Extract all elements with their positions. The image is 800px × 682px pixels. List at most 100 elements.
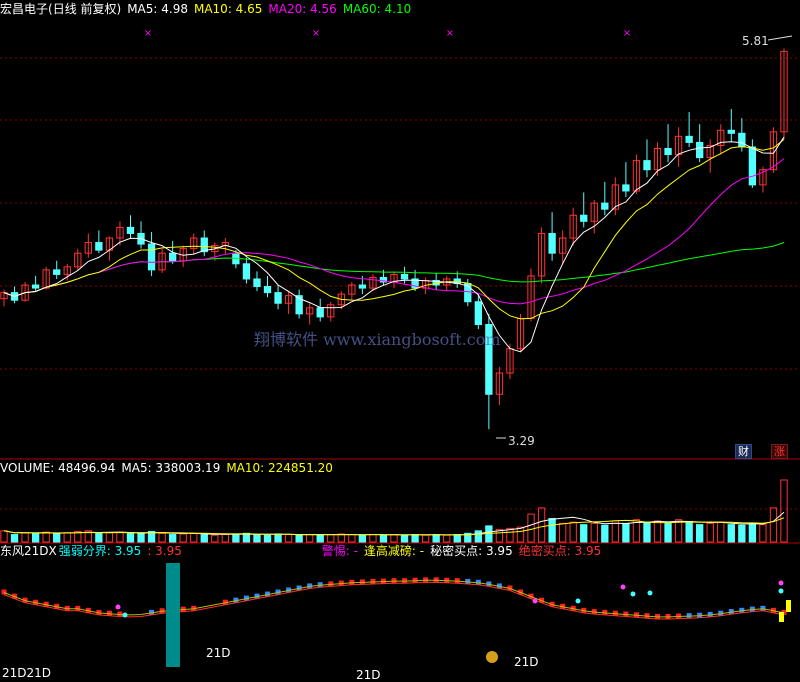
tag-21d-c: 21D — [356, 668, 381, 682]
volume-bar — [116, 531, 124, 543]
volume-bar — [706, 522, 714, 543]
signal-dot — [778, 588, 784, 594]
volume-bar — [200, 534, 208, 543]
candle-body — [53, 269, 61, 275]
volume-bar — [643, 521, 651, 543]
strength-value: : 3.95 — [147, 544, 182, 558]
candle-body — [95, 242, 103, 251]
volume-bar — [411, 534, 419, 543]
ma5-label: MA5: 4.98 — [127, 2, 188, 16]
ma60-line — [3, 242, 785, 297]
volume-bar — [137, 533, 145, 543]
high-reduce-label: 逢高减磅: - — [363, 544, 425, 558]
volume-bar — [379, 534, 388, 543]
volume-bar — [516, 526, 525, 543]
volume-bar — [42, 531, 50, 543]
volume-bar — [168, 534, 177, 543]
volume-bar — [295, 534, 303, 543]
volume-bar — [263, 534, 272, 543]
candle-body — [242, 263, 251, 280]
candle-body — [147, 243, 156, 271]
volume-bar — [664, 522, 672, 543]
watermark: 翔博软件 www.xiangbosoft.com — [254, 330, 501, 349]
high-price-label: 5.81 — [742, 34, 769, 48]
candle-body — [400, 273, 409, 280]
volume-bar — [53, 533, 61, 543]
candle-body — [580, 214, 588, 222]
candle-body — [622, 184, 630, 192]
volume-bar — [717, 521, 725, 543]
volume-bar — [0, 530, 8, 543]
volume-bar — [274, 533, 282, 543]
candle-body — [31, 284, 40, 289]
ma10-line — [3, 139, 785, 320]
yellow-block — [779, 612, 784, 622]
ma5-line — [3, 136, 785, 353]
volume-bar — [727, 524, 735, 543]
signal-pillar — [166, 563, 180, 667]
ma20-line — [3, 158, 785, 305]
candle-body — [696, 141, 704, 159]
volume-label: VOLUME: 48496.94 — [0, 461, 116, 475]
signal-mark: × — [446, 28, 454, 39]
candle-body — [316, 307, 324, 318]
volume-bar — [105, 532, 114, 543]
volume-bar — [474, 530, 482, 543]
secret-buy-label: 秘密买点: 3.95 — [430, 544, 513, 558]
volume-ma5-label: MA5: 338003.19 — [121, 461, 221, 475]
volume-bar — [10, 534, 19, 543]
signal-dot — [115, 604, 121, 610]
volume-bar — [674, 519, 683, 543]
volume-bar — [569, 521, 577, 543]
high-arrow — [767, 35, 793, 41]
candle-body — [664, 147, 672, 156]
strength-label: 强弱分界: 3.95 — [58, 544, 142, 558]
volume-bar — [390, 534, 398, 543]
volume-bar — [358, 534, 367, 543]
volume-bar — [653, 520, 662, 543]
absolute-buy-label: 绝密买点: 3.95 — [518, 544, 602, 558]
volume-bar — [348, 534, 356, 543]
volume-bar — [506, 527, 514, 543]
volume-bar — [400, 534, 409, 543]
signal-dot — [647, 590, 653, 596]
volume-bar — [685, 521, 693, 543]
signal-mark: × — [312, 28, 320, 39]
signal-dot — [630, 591, 636, 597]
finance-badge[interactable]: 财 — [735, 444, 752, 459]
rise-badge[interactable]: 涨 — [771, 444, 788, 459]
volume-bar — [548, 517, 556, 543]
volume-bar — [611, 520, 620, 543]
ma20-label: MA20: 4.56 — [268, 2, 337, 16]
volume-bar — [759, 524, 767, 543]
volume-bar — [327, 534, 335, 543]
volume-bar — [63, 532, 71, 543]
volume-bar — [306, 534, 314, 543]
low-price-label: 3.29 — [508, 434, 535, 448]
candle-body — [643, 160, 651, 171]
candle-body — [748, 146, 757, 186]
money-bag-icon — [486, 651, 498, 663]
volume-bar — [748, 522, 757, 543]
signal-dot — [122, 612, 128, 618]
signal-dot — [778, 580, 784, 586]
period-label: (日线 前复权) — [48, 2, 122, 16]
signal-mark: × — [144, 28, 152, 39]
candle-body — [168, 252, 177, 262]
volume-bar — [369, 534, 377, 543]
price-header: 宏昌电子(日线 前复权) MA5: 4.98 MA10: 4.65 MA20: 4.5… — [0, 2, 417, 16]
volume-bar — [421, 534, 430, 543]
volume-bar — [316, 534, 324, 543]
volume-bar — [622, 522, 630, 543]
volume-bar — [284, 534, 293, 543]
ma10-label: MA10: 4.65 — [193, 2, 263, 16]
volume-bar — [453, 534, 461, 543]
candle-body — [548, 232, 556, 254]
candle-body — [685, 135, 693, 143]
volume-bar — [126, 532, 135, 543]
volume-bar — [432, 534, 440, 543]
volume-bar — [221, 534, 230, 543]
tag-21d-d: 21D — [514, 655, 539, 669]
volume-bar — [580, 524, 588, 543]
candle-body — [738, 132, 746, 148]
